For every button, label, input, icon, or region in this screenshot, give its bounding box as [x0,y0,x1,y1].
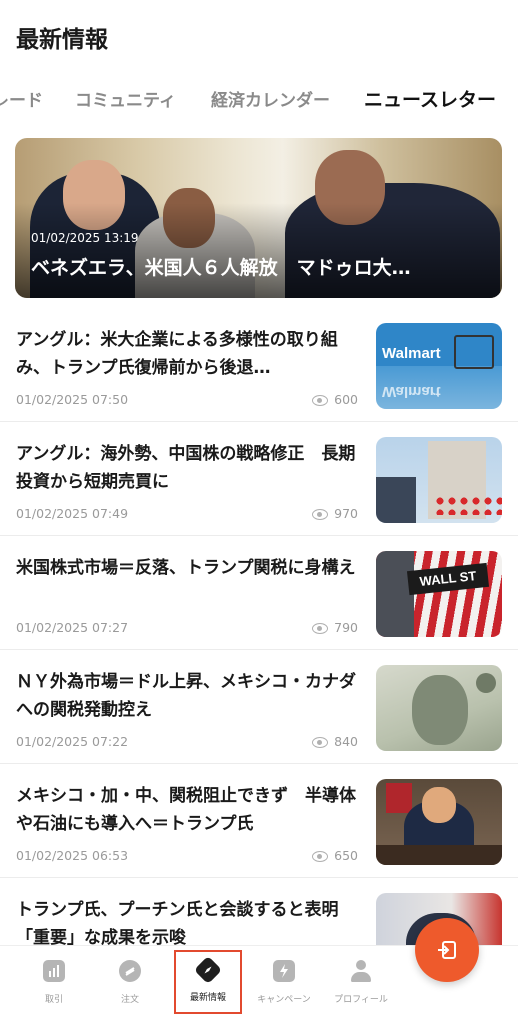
news-date: 01/02/2025 07:27 [16,620,129,635]
news-thumbnail: WALL ST [376,551,502,637]
tab-bar-item-profile[interactable]: プロフィール [326,960,396,1005]
banknote-portrait [412,675,468,745]
page-title: 最新情報 [16,27,108,53]
chart-icon [43,960,65,982]
news-date: 01/02/2025 07:49 [16,506,129,521]
view-count: 600 [312,392,358,407]
news-title: ＮＹ外為市場＝ドル上昇、メキシコ・カナダへの関税発動控え [16,672,356,720]
view-count: 790 [312,620,358,635]
pole-shape [376,551,414,637]
news-title: アングル：米大企業による多様性の取り組み、トランプ氏復帰前から後退… [16,330,338,378]
news-title: 米国株式市場＝反落、トランプ関税に身構え [16,558,356,578]
tab-bar-label: キャンペーン [257,995,311,1005]
order-icon [119,960,141,982]
tab-economic-calendar[interactable]: 経済カレンダー [211,86,330,111]
news-date: 01/02/2025 07:22 [16,734,129,749]
tab-trade[interactable]: レード [0,86,43,111]
thumbnail-text: Walmart [382,345,441,362]
news-date: 01/02/2025 07:50 [16,392,129,407]
news-title: アングル：海外勢、中国株の戦略修正 長期投資から短期売買に [16,444,356,492]
desk-shape [376,845,502,865]
eye-icon [312,623,329,634]
thumbnail-reflection: Walmart [382,383,441,400]
news-thumbnail: Walmart Walmart [376,323,502,409]
tab-bar-label: プロフィール [334,995,388,1005]
hero-overlay [15,203,502,298]
eye-icon [312,395,329,406]
banknote-seal [476,673,496,693]
tab-community[interactable]: コミュニティ [75,86,176,111]
view-count: 970 [312,506,358,521]
profile-icon [350,960,372,982]
news-title: トランプ氏、プーチン氏と会談すると表明 「重要」な成果を示唆 [16,900,356,948]
news-list: アングル：米大企業による多様性の取り組み、トランプ氏復帰前から後退… 01/02… [0,308,518,991]
view-count: 650 [312,848,358,863]
hero-timestamp: 01/02/2025 13:19 [31,231,139,245]
flag-shape [386,783,412,813]
news-thumbnail [376,779,502,865]
cart-icon [454,335,494,369]
campaign-icon [273,960,295,982]
news-title: メキシコ・加・中、関税阻止できず 半導体や石油にも導入へ＝トランプ氏 [16,786,356,834]
news-item[interactable]: 米国株式市場＝反落、トランプ関税に身構え 01/02/2025 07:27 79… [0,536,518,650]
tab-bar-item-trade[interactable]: 取引 [19,960,89,1005]
hero-headline: ベネズエラ、米国人６人解放 マドゥロ大… [31,257,411,279]
hero-news-card[interactable]: 01/02/2025 13:19 ベネズエラ、米国人６人解放 マドゥロ大… [15,138,502,298]
news-item[interactable]: アングル：海外勢、中国株の戦略修正 長期投資から短期売買に 01/02/2025… [0,422,518,536]
crane-shape [376,477,416,523]
category-tabs: レード コミュニティ 経済カレンダー ニュースレター [0,86,518,116]
street-sign: WALL ST [406,562,490,596]
tab-bar-label: 取引 [44,995,63,1005]
deposit-fab-button[interactable] [415,918,479,982]
view-count: 840 [312,734,358,749]
eye-icon [312,737,329,748]
eye-icon [312,509,329,520]
news-thumbnail [376,665,502,751]
news-date: 01/02/2025 06:53 [16,848,129,863]
tab-bar-label: 注文 [120,995,139,1005]
tab-newsletter[interactable]: ニュースレター [364,86,496,112]
news-item[interactable]: メキシコ・加・中、関税阻止できず 半導体や石油にも導入へ＝トランプ氏 01/02… [0,764,518,878]
tab-bar-item-order[interactable]: 注文 [95,960,165,1005]
person-head [422,787,456,823]
active-tab-highlight [174,950,242,1014]
login-arrow-icon [438,941,456,959]
lanterns-shape [434,495,502,515]
eye-icon [312,851,329,862]
news-item[interactable]: アングル：米大企業による多様性の取り組み、トランプ氏復帰前から後退… 01/02… [0,308,518,422]
tab-bar-item-campaign[interactable]: キャンペーン [249,960,319,1005]
news-item[interactable]: ＮＹ外為市場＝ドル上昇、メキシコ・カナダへの関税発動控え 01/02/2025 … [0,650,518,764]
news-thumbnail [376,437,502,523]
